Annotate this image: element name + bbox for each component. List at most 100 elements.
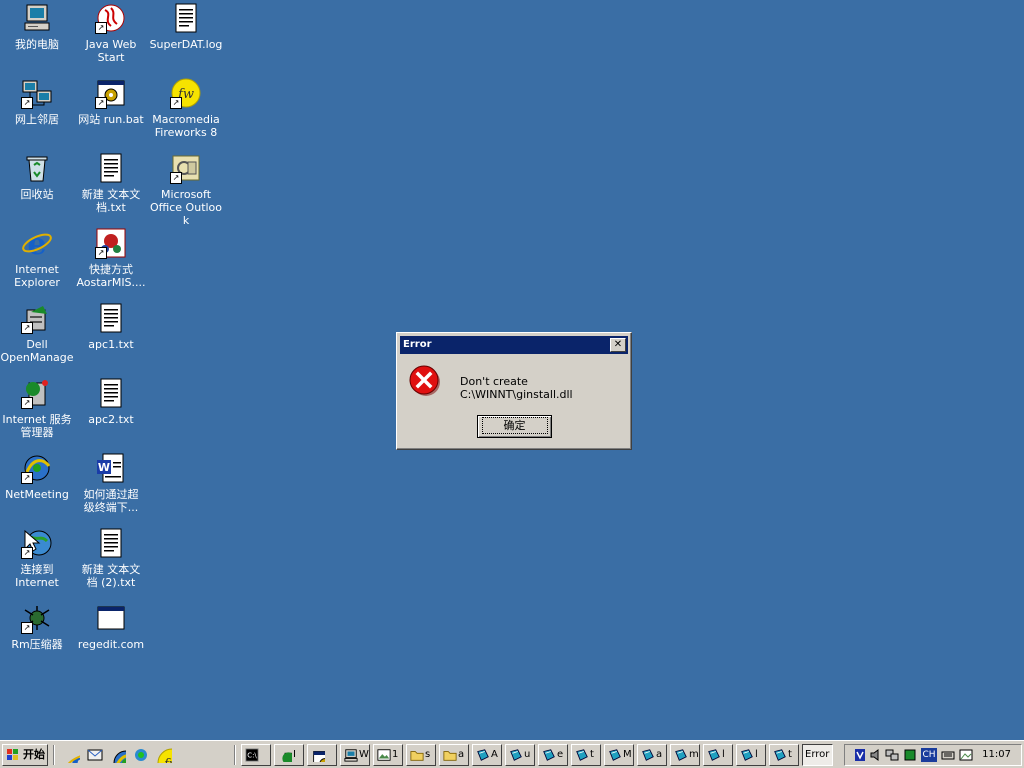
desktop-icon[interactable]: W 如何通过超 级终端下... [74, 452, 148, 514]
taskbar-button-label: a [458, 749, 465, 760]
taskbar-button[interactable]: C:\  [241, 744, 271, 766]
desktop-icon[interactable]: e Internet Explorer [0, 227, 74, 289]
desktop-icon-label: 网站 run.bat [78, 113, 144, 126]
keyboard-icon[interactable] [941, 748, 955, 762]
outlook-icon: ↗ [170, 152, 202, 184]
language-indicator[interactable]: CH [921, 748, 937, 762]
notepad-icon [674, 748, 688, 762]
desktop-icon[interactable]: ↗ 网上邻居 [0, 77, 74, 126]
taskbar-button[interactable]: 1 [373, 744, 403, 766]
taskbar-separator [53, 745, 55, 765]
desktop-icon-label: 回收站 [20, 188, 54, 201]
rm-compressor-icon: ↗ [21, 602, 53, 634]
image-icon[interactable] [959, 748, 973, 762]
fireworks-icon[interactable]: fw [156, 747, 187, 768]
taskbar-button[interactable]: A [472, 744, 502, 766]
internet-explorer-icon[interactable]: e [64, 747, 95, 768]
taskbar-button[interactable]: e [538, 744, 568, 766]
taskbar-button[interactable]: W [340, 744, 370, 766]
taskbar-button[interactable]: a [439, 744, 469, 766]
ok-button-label: 确定 [481, 417, 548, 434]
svg-text:e: e [27, 227, 46, 259]
taskbar-button[interactable]: l [703, 744, 733, 766]
desktop-icon[interactable]: ↗ 连接到 Internet [0, 527, 74, 589]
desktop-icon-label: Rm压缩器 [11, 638, 63, 651]
shortcut-arrow-icon: ↗ [21, 397, 33, 409]
taskbar-button-label: A [491, 749, 498, 760]
taskbar-button[interactable]: M [604, 744, 634, 766]
desktop-icon-label: Dell OpenManage [0, 338, 74, 364]
svg-text:W: W [98, 461, 110, 474]
taskbar-button-label: I [293, 749, 296, 760]
taskbar-button[interactable] [307, 744, 337, 766]
fireworks-icon: fw ↗ [170, 77, 202, 109]
error-dialog: Error ✕ Don't create C:\WINNT\ginstall.d… [396, 332, 632, 450]
text-file-icon [95, 152, 127, 184]
msn-icon[interactable] [133, 747, 149, 763]
desktop-icon[interactable]: 我的电脑 [0, 2, 74, 51]
taskbar-button[interactable]: s [406, 744, 436, 766]
taskbar-button[interactable]: m [670, 744, 700, 766]
desktop-icon-label: 连接到 Internet [15, 563, 59, 589]
desktop-icon[interactable]: ↗ 快捷方式 AostarMIS.... [74, 227, 148, 289]
taskbar-button[interactable]: u [505, 744, 535, 766]
taskbar-separator [234, 745, 236, 765]
taskbar: 开始 e fw C:\ I W 1 s a Au e t Ma m l l t Error CH 11:07 [0, 740, 1024, 768]
taskbar-button-error-active[interactable]: Error [802, 744, 833, 766]
outlook-express-icon[interactable] [87, 747, 103, 763]
text-file-icon [170, 2, 202, 34]
desktop-icon[interactable]: ↗ Microsoft Office Outlook [149, 152, 223, 227]
clock[interactable]: 11:07 [982, 745, 1011, 765]
desktop-icon[interactable]: SuperDAT.log [149, 2, 223, 51]
folder-icon [443, 748, 457, 762]
my-computer-icon [21, 2, 53, 34]
desktop-icon-label: regedit.com [77, 638, 145, 651]
taskbar-button-label: Error [805, 749, 830, 760]
taskbar-button[interactable]: l [736, 744, 766, 766]
notepad-icon [608, 748, 622, 762]
network-neighborhood-icon: ↗ [21, 77, 53, 109]
taskbar-button-label: a [656, 749, 663, 760]
desktop-icon[interactable]: 回收站 [0, 152, 74, 201]
notepad-icon [740, 748, 754, 762]
ok-button[interactable]: 确定 [477, 415, 552, 438]
desktop-icon[interactable]: apc2.txt [74, 377, 148, 426]
text-file-icon [95, 302, 127, 334]
desktop-icon[interactable]: ↗ Internet 服务 管理器 [0, 377, 74, 439]
desktop-icon[interactable]: 新建 文本文 档 (2).txt [74, 527, 148, 589]
desktop-icon[interactable]: ↗ Rm压缩器 [0, 602, 74, 651]
taskbar-button[interactable]: t [571, 744, 601, 766]
svg-text:fw: fw [163, 757, 172, 763]
desktop-icon[interactable]: 新建 文本文 档.txt [74, 152, 148, 214]
desktop-icon[interactable]: ↗ Dell OpenManage [0, 302, 74, 364]
desktop-icon-label: 快捷方式 AostarMIS.... [76, 263, 146, 289]
desktop-icon[interactable]: ↗ Java Web Start [74, 2, 148, 64]
desktop-icon-label: 我的电脑 [15, 38, 59, 51]
network-icon[interactable] [885, 748, 899, 762]
taskbar-button[interactable]: I [274, 744, 304, 766]
desktop-icon[interactable]: apc1.txt [74, 302, 148, 351]
desktop-icon-label: Internet Explorer [14, 263, 60, 289]
dialog-titlebar[interactable]: Error ✕ [400, 336, 628, 354]
iis-manager-icon [278, 748, 302, 765]
taskbar-button[interactable]: a [637, 744, 667, 766]
dialog-title: Error [403, 339, 432, 350]
desktop-icon[interactable]: ↗ 网站 run.bat [74, 77, 148, 126]
taskbar-button[interactable]: t [769, 744, 799, 766]
netmeeting-icon[interactable] [110, 747, 140, 768]
status-icon[interactable] [903, 748, 917, 762]
computer-icon [344, 748, 358, 762]
recycle-bin-icon [21, 152, 53, 184]
desktop-icon-label: apc2.txt [88, 413, 134, 426]
desktop-icon-label: Java Web Start [85, 38, 137, 64]
desktop-icon[interactable]: fw ↗ Macromedia Fireworks 8 [149, 77, 223, 139]
desktop-icon[interactable]: ↗ NetMeeting [0, 452, 74, 501]
start-button[interactable]: 开始 [2, 744, 48, 766]
notepad-icon [509, 748, 523, 762]
dialog-close-button[interactable]: ✕ [610, 338, 626, 352]
shield-icon[interactable] [853, 748, 867, 762]
speaker-icon[interactable] [869, 748, 883, 762]
connect-internet-icon: ↗ [21, 527, 53, 559]
desktop-icon[interactable]: regedit.com [74, 602, 148, 651]
shortcut-arrow-icon: ↗ [95, 22, 107, 34]
